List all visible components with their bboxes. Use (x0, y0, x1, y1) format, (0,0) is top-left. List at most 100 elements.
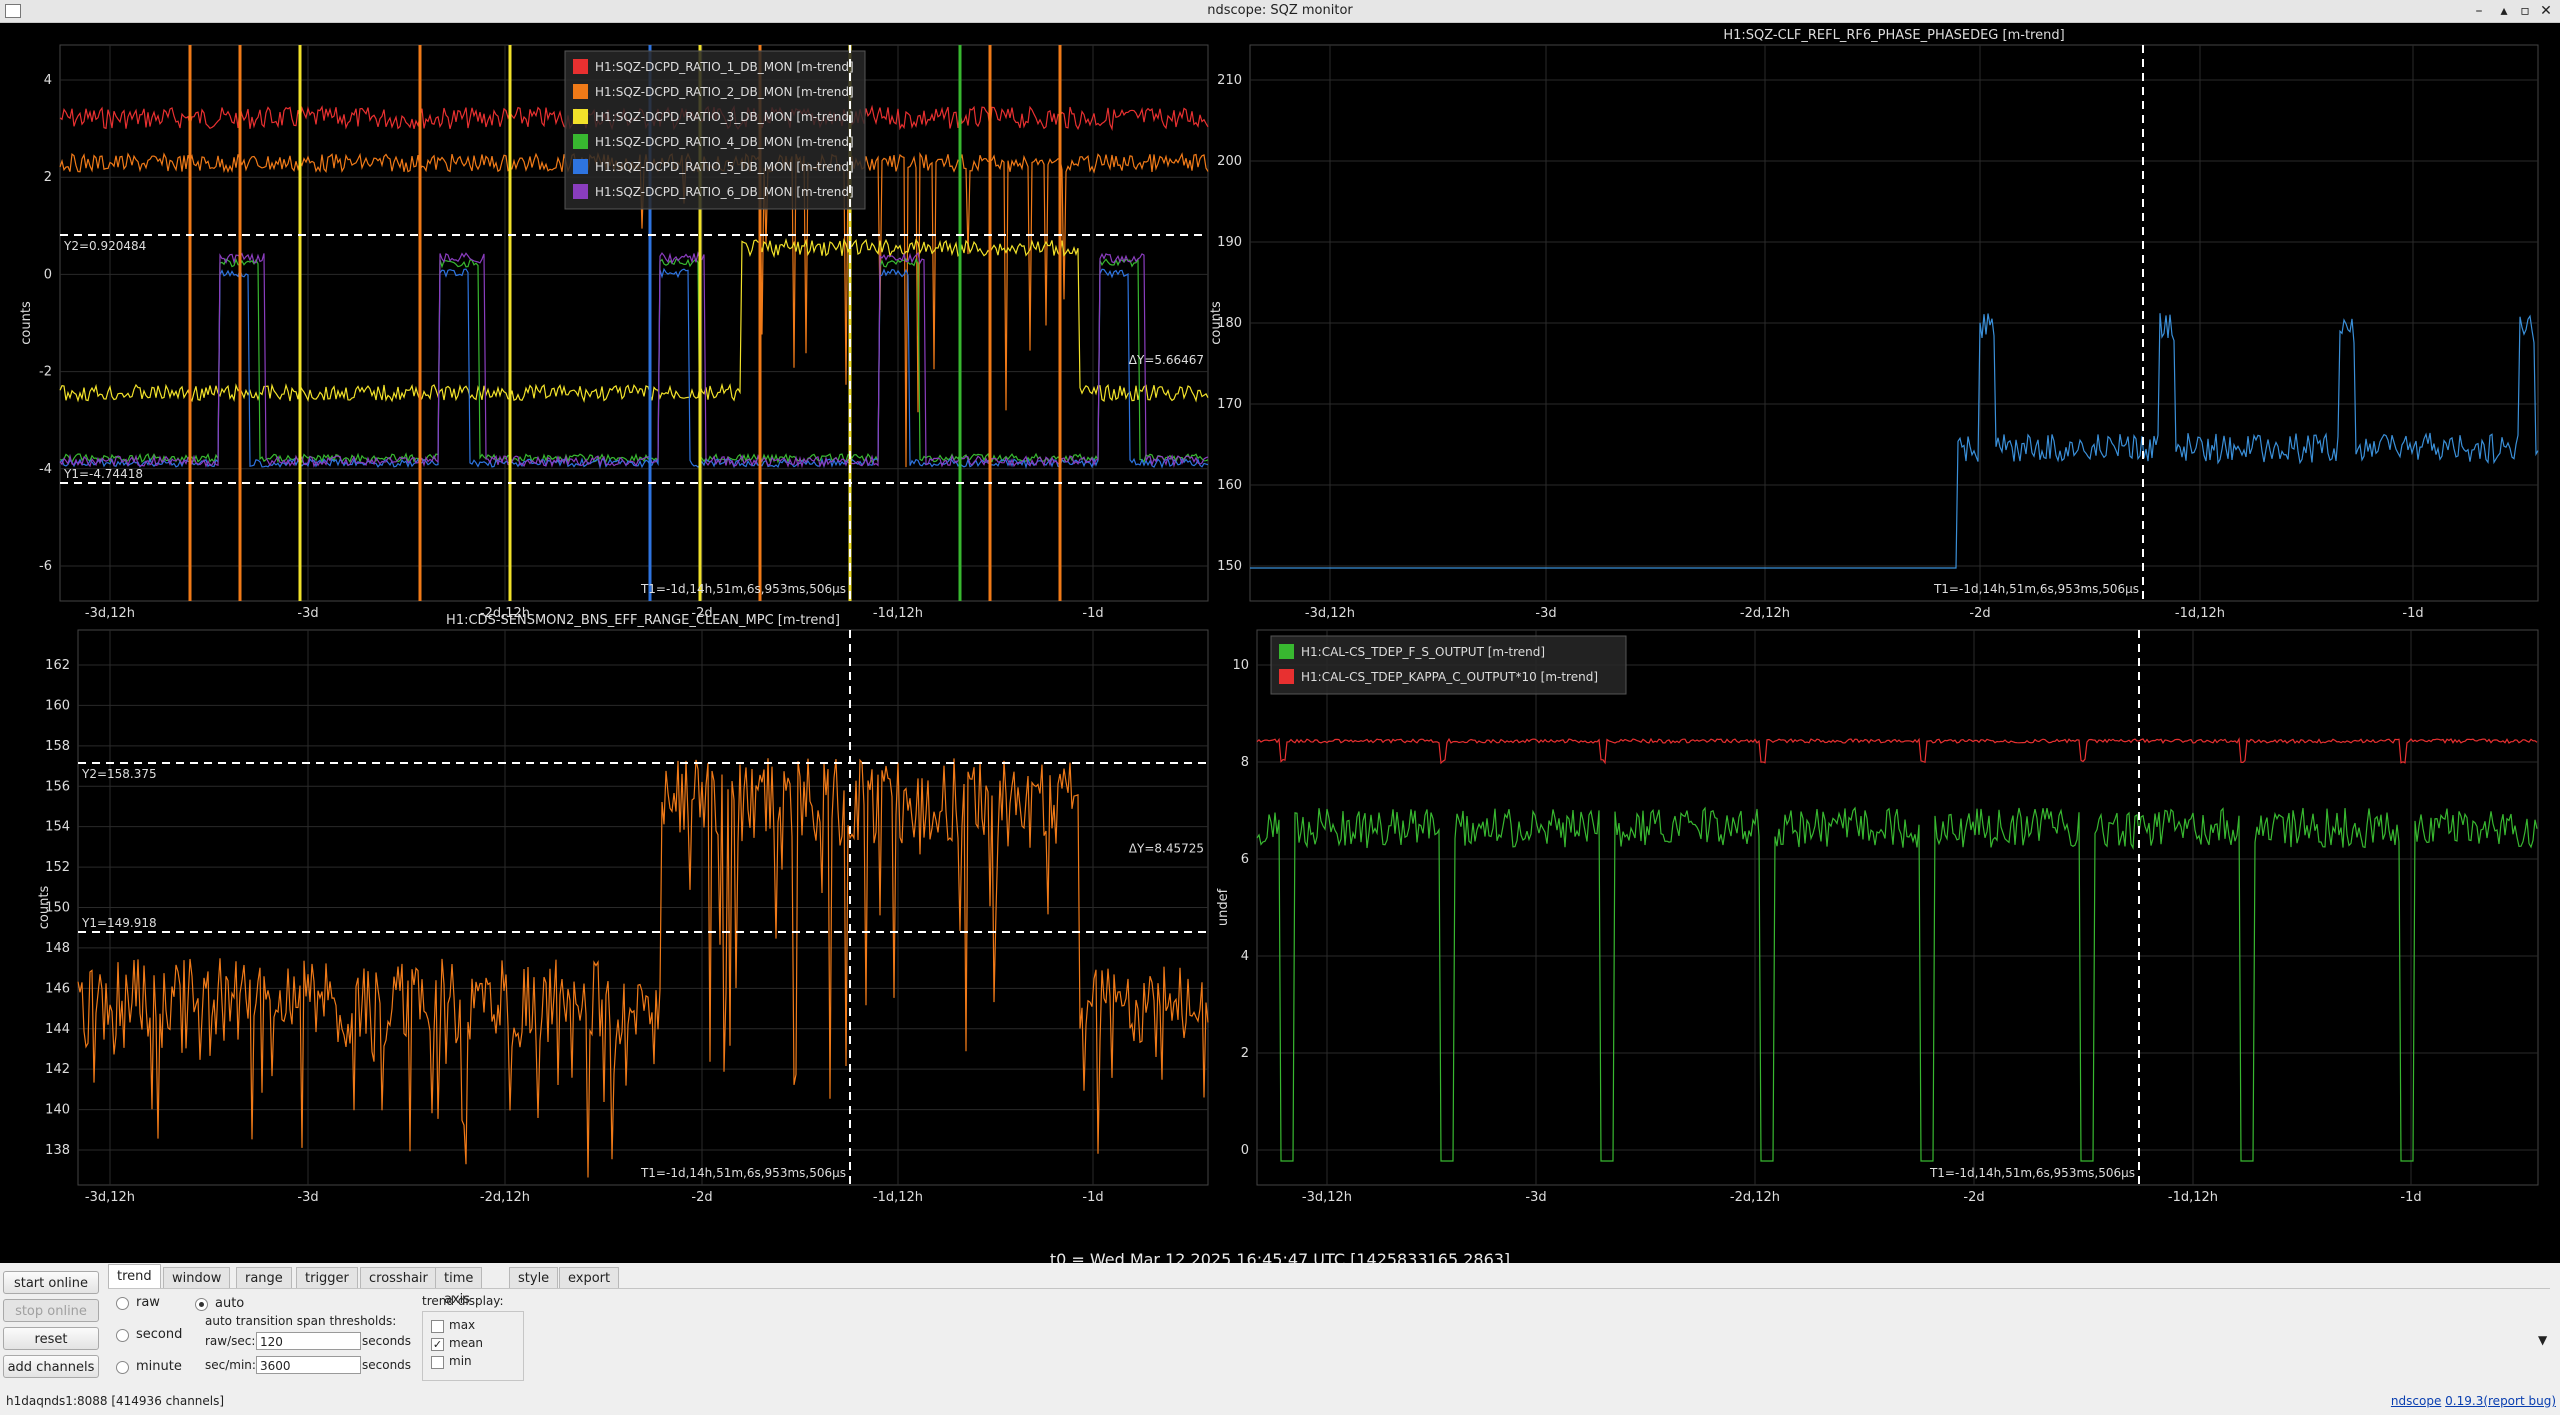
plot-tl-xtick: -1d,12h (873, 606, 923, 621)
plot-bl-xtick: -2d,12h (480, 1190, 530, 1205)
plot-tl-y1-label: Y1=-4.74418 (63, 467, 143, 481)
min-checkbox[interactable] (431, 1356, 444, 1369)
tab-trend[interactable]: trend (108, 1264, 161, 1288)
plot-tr-ytick: 160 (1217, 478, 1242, 493)
plot-bl-xtick: -1d,12h (873, 1190, 923, 1205)
plot-br-xtick: -2d (1963, 1190, 1984, 1205)
minimize-icon[interactable]: – (2470, 2, 2488, 20)
mean-label: mean (449, 1336, 484, 1350)
auto-radio[interactable] (195, 1298, 208, 1311)
plot-bl-xtick: -2d (691, 1190, 712, 1205)
plot-br-xtick: -2d,12h (1730, 1190, 1780, 1205)
plot-bl-ytick: 152 (45, 860, 70, 875)
plot-bl-ytick: 140 (45, 1103, 70, 1118)
tab-range[interactable]: range (236, 1267, 292, 1288)
trend-display-title: trend display: (422, 1294, 504, 1308)
series-ratio-5-line (59, 267, 1209, 470)
version-link[interactable]: 0.19.3 (2445, 1394, 2483, 1408)
plot-bl-xtick: -3d (297, 1190, 318, 1205)
plot-br-t1-label: T1=-1d,14h,51m,6s,953ms,506µs (1929, 1166, 2135, 1180)
report-bug-link[interactable]: (report bug) (2483, 1394, 2556, 1408)
plot-br-legend-label: H1:CAL-CS_TDEP_F_S_OUTPUT [m-trend] (1301, 645, 1545, 659)
plot-tr-ytick: 150 (1217, 559, 1242, 574)
plot-tr-ytick: 170 (1217, 397, 1242, 412)
plot-tr-xtick: -1d (2402, 606, 2423, 621)
plot-tl-ytick: -4 (39, 462, 52, 477)
series-clf-phase-line (1250, 313, 2539, 569)
series-ratio-6-line (59, 251, 1209, 469)
plot-tl-ytick: 4 (44, 73, 52, 88)
plot-bl-ylabel: counts (37, 886, 52, 930)
ndscope-link[interactable]: ndscope (2391, 1394, 2441, 1408)
second-radio[interactable] (116, 1329, 129, 1342)
plot-tr-ytick: 200 (1217, 154, 1242, 169)
close-icon[interactable]: ✕ (2537, 2, 2555, 20)
plot-tl-ytick: -6 (39, 559, 52, 574)
raw-label: raw (136, 1295, 160, 1310)
minute-label: minute (136, 1359, 182, 1374)
thresholds-title: auto transition span thresholds: (205, 1314, 397, 1328)
plot-area[interactable]: 4 2 0 -2 -4 -6 -3d,12h -3d -2d,12h -2d -1d,12h -1d c… (0, 23, 2560, 1269)
plot-tr-ylabel: counts (1209, 301, 1224, 345)
reset-button[interactable]: reset (3, 1327, 99, 1350)
start-online-button[interactable]: start online (3, 1271, 99, 1294)
raw-sec-unit: seconds (362, 1334, 412, 1348)
plot-bl-ytick: 138 (45, 1143, 70, 1158)
plot-bl-ytick: 158 (45, 739, 70, 754)
plot-tl-legend-swatch (573, 109, 588, 124)
tab-window[interactable]: window (163, 1267, 231, 1288)
plot-tr-xtick: -3d,12h (1305, 606, 1355, 621)
plot-bl-ytick: 142 (45, 1062, 70, 1077)
plot-tl-legend-swatch (573, 134, 588, 149)
plot-tl-legend-label: H1:SQZ-DCPD_RATIO_3_DB_MON [m-trend] (595, 110, 854, 124)
tab-crosshair[interactable]: crosshair (360, 1267, 437, 1288)
mean-checkbox[interactable]: ✓ (431, 1338, 444, 1351)
tab-export[interactable]: export (559, 1267, 620, 1288)
plot-tr-title: H1:SQZ-CLF_REFL_RF6_PHASE_PHASEDEG [m-tr… (1723, 28, 2064, 43)
plot-tl-ytick: -2 (39, 365, 52, 380)
version-info: ndscope 0.19.3(report bug) (2391, 1394, 2556, 1408)
plot-bl-ytick: 154 (45, 820, 70, 835)
plot-tr-xtick: -2d,12h (1740, 606, 1790, 621)
plot-tr-xtick: -3d (1535, 606, 1556, 621)
plot-tr-ytick: 190 (1217, 235, 1242, 250)
plot-tl-legend-label: H1:SQZ-DCPD_RATIO_5_DB_MON [m-trend] (595, 160, 854, 174)
plot-br-legend-swatch (1279, 644, 1294, 659)
window-title: ndscope: SQZ monitor (1207, 3, 1353, 18)
tab-style[interactable]: style (509, 1267, 559, 1288)
second-label: second (136, 1327, 183, 1342)
raw-sec-label: raw/sec: (205, 1334, 256, 1348)
plot-br-ytick: 0 (1241, 1143, 1249, 1158)
add-channels-button[interactable]: add channels (3, 1355, 99, 1378)
min-label: min (449, 1354, 472, 1368)
plot-br-ytick: 4 (1241, 949, 1249, 964)
plot-br-ytick: 2 (1241, 1046, 1249, 1061)
raw-sec-input[interactable]: 120 (256, 1332, 361, 1350)
collapse-arrow-icon[interactable]: ▼ (2538, 1333, 2547, 1347)
raw-radio[interactable] (116, 1297, 129, 1310)
max-checkbox[interactable] (431, 1320, 444, 1333)
series-ratio-3-line (59, 237, 1209, 403)
trend-panel: raw auto second minute auto transition s… (108, 1288, 2550, 1394)
plot-br-xtick: -3d (1525, 1190, 1546, 1205)
plot-tr-xtick: -1d,12h (2175, 606, 2225, 621)
plot-br-legend-swatch (1279, 669, 1294, 684)
plots-canvas[interactable]: 4 2 0 -2 -4 -6 -3d,12h -3d -2d,12h -2d -1d,12h -1d c… (0, 23, 2560, 1263)
plot-br-frame (1256, 629, 2539, 1186)
plot-tl-legend-label: H1:SQZ-DCPD_RATIO_4_DB_MON [m-trend] (595, 135, 854, 149)
tab-time-axis[interactable]: time axis (435, 1267, 483, 1307)
sec-min-unit: seconds (362, 1358, 412, 1372)
series-ratio-4-line (59, 257, 1209, 464)
sec-min-input[interactable]: 3600 (256, 1356, 361, 1374)
maximize-icon[interactable]: ▫ (2516, 2, 2534, 20)
plot-br-ytick: 10 (1232, 658, 1249, 673)
stop-online-button[interactable]: stop online (3, 1299, 99, 1322)
minute-radio[interactable] (116, 1361, 129, 1374)
tab-trigger[interactable]: trigger (296, 1267, 358, 1288)
plot-tl-legend-swatch (573, 159, 588, 174)
plot-tr-xtick: -2d (1969, 606, 1990, 621)
restore-icon[interactable]: ▴ (2495, 2, 2513, 20)
plot-br-ylabel: undef (1216, 888, 1231, 926)
plot-bl-ytick: 162 (45, 658, 70, 673)
plot-bl-y1-label: Y1=149.918 (81, 916, 157, 930)
